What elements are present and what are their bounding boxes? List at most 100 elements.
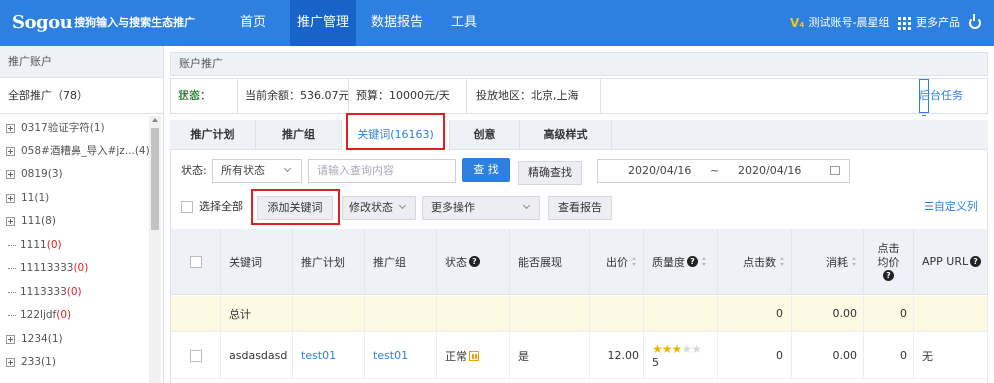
- total-cell: [644, 296, 718, 332]
- account-budget: 预算：10000元/天: [356, 89, 450, 102]
- sort-icon[interactable]: [632, 257, 637, 266]
- expand-icon[interactable]: [6, 146, 15, 156]
- column-bid[interactable]: 出价: [590, 229, 644, 295]
- tree-item[interactable]: 233(1): [6, 352, 56, 372]
- calendar-icon: [830, 166, 840, 175]
- column-quality[interactable]: 质量度?: [644, 229, 718, 295]
- cell-clicks: 0: [718, 333, 792, 379]
- status-filter-select[interactable]: 所有状态: [212, 159, 302, 183]
- tree-item[interactable]: 11(1): [6, 188, 49, 208]
- vip-level-badge: V₄: [790, 16, 805, 30]
- sort-icon[interactable]: [702, 257, 707, 266]
- tree-item[interactable]: 111(8): [6, 211, 56, 231]
- tree-branch-line: [8, 244, 16, 246]
- cell-status: 正常: [437, 333, 510, 379]
- tree-subitem[interactable]: 122ljdf (0): [8, 305, 71, 325]
- tab-creatives[interactable]: 创意: [450, 120, 520, 150]
- expand-icon[interactable]: [6, 357, 15, 367]
- tree-item[interactable]: 1234(1): [6, 329, 63, 349]
- tab-plans[interactable]: 推广计划: [170, 120, 256, 150]
- logo-brand-text: Sogou: [12, 11, 73, 33]
- scroll-up-arrow-icon[interactable]: [152, 118, 158, 122]
- cell-bid[interactable]: 12.00: [590, 333, 644, 379]
- tree-item-label: 1113333: [20, 286, 67, 298]
- expand-icon[interactable]: [6, 123, 15, 133]
- tree-item-count: (0): [46, 239, 62, 251]
- nav-home[interactable]: 首页: [226, 0, 280, 46]
- column-bid-label: 出价: [606, 255, 628, 269]
- divider: [600, 79, 601, 113]
- tree-item-label: 1111: [20, 239, 47, 251]
- modify-status-button[interactable]: 修改状态: [342, 196, 416, 220]
- expand-icon[interactable]: [6, 169, 15, 179]
- tree-item[interactable]: 0819(3): [6, 164, 63, 184]
- backend-tasks-label: 后台任务: [919, 89, 963, 102]
- row-checkbox[interactable]: [189, 349, 202, 362]
- search-input[interactable]: 请输入查询内容: [308, 159, 456, 183]
- exact-search-button[interactable]: 精确查找: [518, 161, 582, 185]
- highlight-box: [251, 189, 340, 225]
- tree-branch-line: [8, 314, 16, 316]
- tree-subitem[interactable]: 1113333 (0): [8, 282, 82, 302]
- sidebar-scrollbar[interactable]: [149, 116, 161, 383]
- account-menu[interactable]: V₄ 测试账号-晨星组: [790, 0, 890, 46]
- column-plan[interactable]: 推广计划: [293, 229, 365, 295]
- date-range-picker[interactable]: 2020/04/16 ~ 2020/04/16: [597, 159, 850, 183]
- expand-icon[interactable]: [6, 334, 15, 344]
- expand-icon[interactable]: [6, 193, 15, 203]
- pause-icon[interactable]: [469, 350, 479, 361]
- header-checkbox[interactable]: [189, 255, 202, 268]
- total-clicks: 0: [718, 296, 792, 332]
- cell-group-link[interactable]: test01: [365, 333, 437, 379]
- column-app-url[interactable]: APP URL?: [914, 229, 988, 295]
- date-end: 2020/04/16: [738, 164, 802, 177]
- nav-tools[interactable]: 工具: [442, 0, 486, 46]
- select-all-label[interactable]: 选择全部: [199, 195, 243, 219]
- help-icon[interactable]: ?: [970, 256, 982, 267]
- sort-icon[interactable]: [852, 257, 857, 266]
- column-keyword[interactable]: 关键词: [221, 229, 293, 295]
- column-cost[interactable]: 消耗: [792, 229, 864, 295]
- column-quality-label: 质量度: [652, 255, 685, 269]
- help-icon[interactable]: ?: [883, 270, 894, 281]
- cell-keyword[interactable]: asdasdasd: [221, 333, 293, 379]
- tree-item-label: 11(1): [21, 192, 50, 204]
- more-products-button[interactable]: 更多产品: [898, 0, 960, 46]
- nav-promotion-management[interactable]: 推广管理: [290, 0, 356, 46]
- logout-button[interactable]: [969, 0, 981, 46]
- tab-advanced-styles[interactable]: 高级样式: [520, 120, 612, 150]
- star-empty-icon: ★: [691, 341, 702, 356]
- view-report-button[interactable]: 查看报告: [548, 196, 612, 220]
- help-icon[interactable]: ?: [687, 256, 698, 267]
- tree-item[interactable]: 0317验证字符(1): [6, 118, 105, 138]
- sidebar-all-promotions[interactable]: 全部推广（78）: [0, 78, 163, 114]
- search-button[interactable]: 查 找: [462, 158, 510, 182]
- tab-groups[interactable]: 推广组: [256, 120, 342, 150]
- more-actions-button[interactable]: 更多操作: [422, 196, 540, 220]
- divider: [348, 79, 349, 113]
- status-filter-label: 状态:: [181, 164, 207, 177]
- sogou-logo[interactable]: Sogou 搜狗输入与搜索生态推广: [12, 11, 195, 33]
- column-clicks[interactable]: 点击数: [718, 229, 792, 295]
- tree-branch-line: [8, 291, 16, 293]
- nav-data-report[interactable]: 数据报告: [362, 0, 432, 46]
- expand-icon[interactable]: [6, 216, 15, 226]
- column-status[interactable]: 状态?: [437, 229, 510, 295]
- help-icon[interactable]: ?: [469, 256, 480, 267]
- scrollbar-thumb[interactable]: [151, 128, 159, 230]
- column-avg-click-price[interactable]: 点击 均价?: [864, 229, 914, 295]
- column-display[interactable]: 能否展现: [510, 229, 590, 295]
- select-all-checkbox[interactable]: [181, 201, 193, 213]
- tree-item-label: 11113333: [20, 262, 74, 274]
- cell-plan-link[interactable]: test01: [293, 333, 365, 379]
- tree-subitem[interactable]: 1111 (0): [8, 235, 62, 255]
- column-status-label: 状态: [445, 255, 467, 269]
- quality-stars: ★★★★★: [652, 341, 702, 356]
- total-cell: [914, 296, 988, 332]
- sort-icon[interactable]: [780, 257, 785, 266]
- tree-subitem[interactable]: 11113333 (0): [8, 258, 88, 278]
- tree-item-label: 058#酒糟鼻_导入#jz...(4): [21, 145, 150, 157]
- column-group[interactable]: 推广组: [365, 229, 437, 295]
- tree-item[interactable]: 058#酒糟鼻_导入#jz...(4): [6, 141, 150, 161]
- customize-columns-link[interactable]: ☰自定义列: [924, 195, 978, 219]
